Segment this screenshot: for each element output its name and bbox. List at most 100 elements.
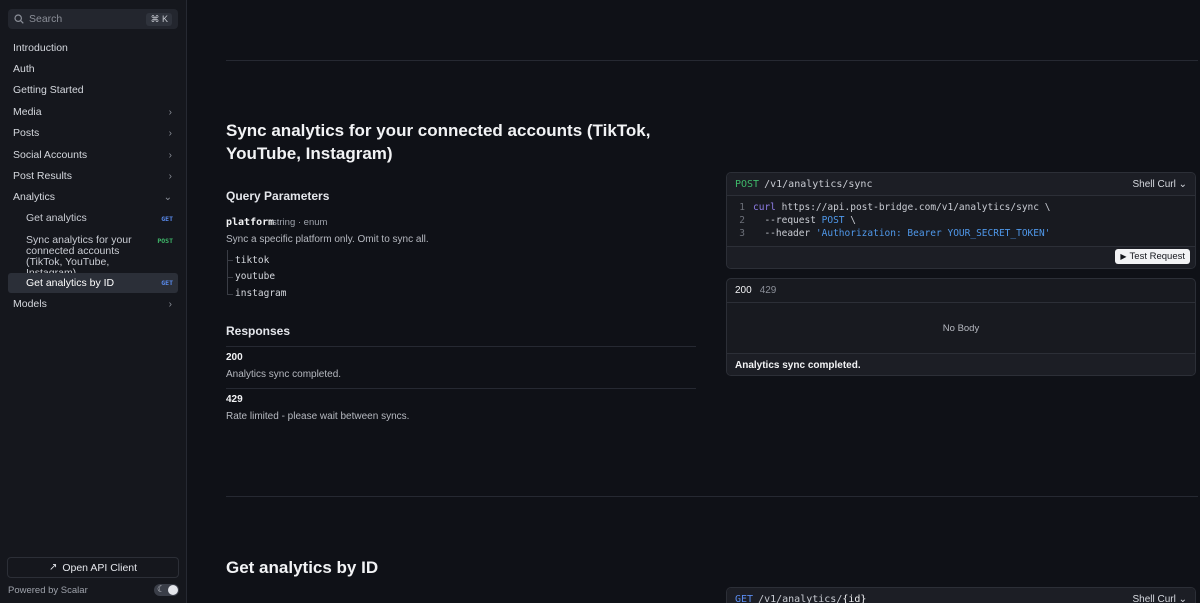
sidebar-item-post-results[interactable]: Post Results › xyxy=(8,166,178,186)
code-keyword: POST xyxy=(821,215,845,226)
language-select[interactable]: Shell Curl ⌄ xyxy=(1132,179,1187,190)
sidebar-item-label: Media xyxy=(13,106,42,118)
query-parameters-heading: Query Parameters xyxy=(226,189,330,203)
sidebar-item-label: Get analytics xyxy=(26,212,87,224)
search-placeholder: Search xyxy=(29,13,63,25)
response-tabs: 200 429 xyxy=(727,279,1195,303)
section-divider xyxy=(226,496,1198,497)
line-number: 1 xyxy=(739,202,745,213)
sidebar-item-getting-started[interactable]: Getting Started xyxy=(8,80,178,100)
chevron-right-icon: › xyxy=(168,127,172,139)
request-path-prefix: /v1/analytics/ xyxy=(758,594,843,603)
responses-heading: Responses xyxy=(226,324,291,338)
sidebar-item-label: Get analytics by ID xyxy=(26,276,115,289)
request-panel-header: POST /v1/analytics/sync Shell Curl ⌄ xyxy=(727,173,1195,196)
language-label: Shell Curl xyxy=(1132,594,1176,603)
play-icon: ▶ xyxy=(1120,252,1127,261)
open-api-client-label: Open API Client xyxy=(62,561,138,574)
section-title: Sync analytics for your connected accoun… xyxy=(226,121,651,163)
moon-icon: ☾ xyxy=(157,584,166,594)
code-line: 1 curl https://api.post-bridge.com/v1/ana… xyxy=(727,202,1050,213)
theme-toggle[interactable]: ☾ xyxy=(154,584,179,596)
enum-value: tiktok xyxy=(235,255,270,266)
line-number: 3 xyxy=(739,228,745,239)
response-description: Analytics sync completed. xyxy=(226,369,342,380)
request-path-param: {id} xyxy=(842,594,867,603)
sidebar-item-label: Introduction xyxy=(13,42,68,54)
toggle-knob xyxy=(168,585,178,595)
response-divider xyxy=(226,346,696,347)
method-badge: GET xyxy=(161,215,173,223)
sidebar-item-social-accounts[interactable]: Social Accounts › xyxy=(8,145,178,165)
search-input[interactable]: Search ⌘ K xyxy=(8,9,178,29)
search-icon xyxy=(14,14,24,24)
tab-200[interactable]: 200 xyxy=(735,285,752,296)
response-example-panel: 200 429 No Body Analytics sync completed… xyxy=(726,278,1196,376)
response-divider xyxy=(226,388,696,389)
code-line: 2 --request POST \ xyxy=(727,215,856,226)
sidebar-item-get-analytics-by-id[interactable]: Get analytics by ID GET xyxy=(8,273,178,293)
sidebar-item-label: Models xyxy=(13,298,47,310)
search-shortcut: ⌘ K xyxy=(146,12,172,26)
line-number: 2 xyxy=(739,215,745,226)
chevron-right-icon: › xyxy=(168,170,172,182)
sidebar-item-analytics[interactable]: Analytics ⌄ xyxy=(8,187,178,207)
chevron-down-icon: ⌄ xyxy=(1178,178,1187,190)
chevron-down-icon: ⌄ xyxy=(163,191,172,203)
sidebar-item-auth[interactable]: Auth xyxy=(8,59,178,79)
method-badge: POST xyxy=(157,237,173,245)
code-keyword: curl xyxy=(753,202,776,213)
sidebar-item-label: Analytics xyxy=(13,191,56,203)
enum-tick xyxy=(227,277,233,278)
enum-value: youtube xyxy=(235,271,276,282)
response-footer: Analytics sync completed. xyxy=(727,353,1195,375)
chevron-right-icon: › xyxy=(168,149,172,161)
language-label: Shell Curl xyxy=(1132,178,1176,190)
chevron-right-icon: › xyxy=(168,298,172,310)
request-panel-header: GET /v1/analytics/{id} Shell Curl ⌄ xyxy=(727,588,1195,603)
section-title: Get analytics by ID xyxy=(226,558,379,577)
request-method: GET xyxy=(735,594,754,603)
sidebar-item-label: Auth xyxy=(13,63,35,75)
code-text: \ xyxy=(844,215,856,226)
sidebar-item-posts[interactable]: Posts › xyxy=(8,123,178,143)
response-code: 429 xyxy=(226,394,243,405)
sidebar-item-models[interactable]: Models › xyxy=(8,294,178,314)
sidebar-item-label: Social Accounts xyxy=(13,149,88,161)
method-badge: GET xyxy=(161,279,173,287)
enum-tree-line xyxy=(227,250,228,294)
enum-value: instagram xyxy=(235,288,287,299)
code-text: --header xyxy=(753,228,816,239)
sidebar-item-sync-analytics[interactable]: Sync analytics for your connected accoun… xyxy=(8,235,178,279)
chevron-right-icon: › xyxy=(168,106,172,118)
request-method: POST xyxy=(735,178,760,190)
test-request-button[interactable]: ▶ Test Request xyxy=(1115,249,1190,264)
sidebar-item-get-analytics[interactable]: Get analytics GET xyxy=(8,213,178,227)
response-description: Rate limited - please wait between syncs… xyxy=(226,411,410,422)
sidebar-item-label: Getting Started xyxy=(13,84,84,96)
section-divider xyxy=(226,60,1198,61)
request-path: /v1/analytics/sync xyxy=(764,178,873,190)
request-example-panel: POST /v1/analytics/sync Shell Curl ⌄ 1 cu… xyxy=(726,172,1196,269)
sidebar-item-media[interactable]: Media › xyxy=(8,102,178,122)
code-string: 'Authorization: Bearer YOUR_SECRET_TOKEN… xyxy=(815,228,1051,239)
param-description: Sync a specific platform only. Omit to s… xyxy=(226,234,429,245)
sidebar: Search ⌘ K Introduction Auth Getting Sta… xyxy=(0,0,187,603)
code-text: --request xyxy=(753,215,822,226)
enum-tick xyxy=(227,260,233,261)
arrow-up-right-icon: ↗ xyxy=(48,562,58,573)
enum-tick xyxy=(227,294,233,295)
request-example-panel: GET /v1/analytics/{id} Shell Curl ⌄ xyxy=(726,587,1196,603)
tab-429[interactable]: 429 xyxy=(760,285,777,296)
code-line: 3 --header 'Authorization: Bearer YOUR_S… xyxy=(727,228,1050,239)
param-type: string · enum xyxy=(272,217,328,228)
open-api-client-button[interactable]: ↗ Open API Client xyxy=(7,557,179,578)
response-code: 200 xyxy=(226,352,243,363)
powered-by-link[interactable]: Powered by Scalar xyxy=(8,585,88,596)
test-request-label: Test Request xyxy=(1129,251,1185,262)
language-select[interactable]: Shell Curl ⌄ xyxy=(1132,594,1187,603)
sidebar-item-label: Post Results xyxy=(13,170,72,182)
chevron-down-icon: ⌄ xyxy=(1178,594,1187,603)
code-text: https://api.post-bridge.com/v1/analytics… xyxy=(775,202,1051,213)
sidebar-item-introduction[interactable]: Introduction xyxy=(8,38,178,58)
